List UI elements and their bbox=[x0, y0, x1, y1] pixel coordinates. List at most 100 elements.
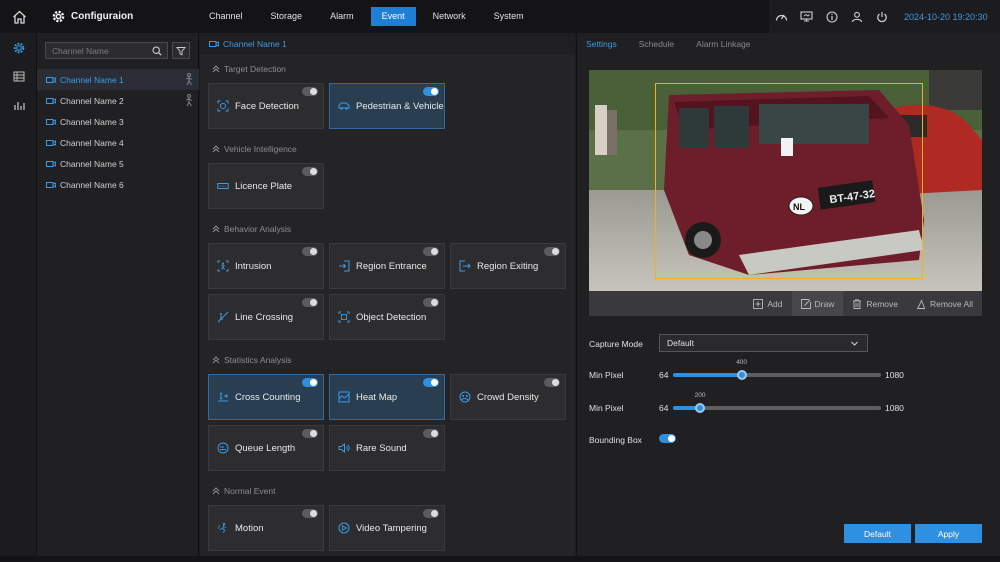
min-pixel-2-slider[interactable]: 200 bbox=[673, 392, 881, 413]
section-target-detection[interactable]: Target Detection bbox=[212, 64, 286, 74]
top-bar: Configuraion Channel Storage Alarm Event… bbox=[0, 0, 1000, 33]
card-heat-map[interactable]: Heat Map bbox=[329, 374, 445, 420]
draw-icon bbox=[800, 298, 811, 309]
section-normal-event[interactable]: Normal Event bbox=[212, 486, 276, 496]
motion-icon bbox=[217, 522, 227, 534]
channel-item[interactable]: Channel Name 3 bbox=[37, 111, 199, 132]
monitor-button[interactable] bbox=[794, 0, 819, 33]
home-button[interactable] bbox=[0, 0, 38, 33]
min-pixel-2-min: 64 bbox=[659, 403, 669, 413]
object-detection-toggle[interactable] bbox=[423, 298, 439, 307]
channel-item[interactable]: Channel Name 5 bbox=[37, 153, 199, 174]
tab-alarm[interactable]: Alarm bbox=[319, 7, 365, 26]
dashboard-icon bbox=[775, 14, 788, 21]
camera-icon bbox=[46, 118, 56, 125]
capture-mode-select[interactable]: Default bbox=[659, 334, 868, 352]
info-button[interactable] bbox=[819, 0, 844, 33]
user-button[interactable] bbox=[844, 0, 869, 33]
power-button[interactable] bbox=[869, 0, 894, 33]
tab-alarm-linkage[interactable]: Alarm Linkage bbox=[696, 39, 750, 49]
remove-all-button[interactable]: Remove All bbox=[907, 291, 982, 316]
card-queue-length[interactable]: Queue Length bbox=[208, 425, 324, 471]
licence-plate-toggle[interactable] bbox=[302, 167, 318, 176]
card-licence-plate[interactable]: Licence Plate bbox=[208, 163, 324, 209]
rail-list[interactable] bbox=[0, 62, 37, 91]
section-vehicle-intelligence[interactable]: Vehicle Intelligence bbox=[212, 144, 297, 154]
intrusion-toggle[interactable] bbox=[302, 247, 318, 256]
queue-length-toggle[interactable] bbox=[302, 429, 318, 438]
channel-item[interactable]: Channel Name 6 bbox=[37, 174, 199, 195]
card-face-detection[interactable]: Face Detection bbox=[208, 83, 324, 129]
card-rare-sound[interactable]: Rare Sound bbox=[329, 425, 445, 471]
tab-schedule[interactable]: Schedule bbox=[639, 39, 674, 49]
line-crossing-toggle[interactable] bbox=[302, 298, 318, 307]
section-behavior-analysis[interactable]: Behavior Analysis bbox=[212, 224, 291, 234]
tab-channel[interactable]: Channel bbox=[198, 7, 254, 26]
draw-button[interactable]: Draw bbox=[791, 291, 844, 316]
tab-network[interactable]: Network bbox=[422, 7, 477, 26]
region-entrance-toggle[interactable] bbox=[423, 247, 439, 256]
motion-toggle[interactable] bbox=[302, 509, 318, 518]
min-pixel-2-max: 1080 bbox=[885, 403, 904, 413]
remove-button[interactable]: Remove bbox=[843, 291, 907, 316]
region-exiting-toggle[interactable] bbox=[544, 247, 560, 256]
region-entrance-icon bbox=[339, 260, 350, 272]
event-panel: Channel Name 1 Target Detection Face Det… bbox=[200, 33, 575, 556]
min-pixel-2-thumb[interactable] bbox=[695, 403, 706, 413]
card-line-crossing[interactable]: Line Crossing bbox=[208, 294, 324, 340]
cross-counting-toggle[interactable] bbox=[302, 378, 318, 387]
card-pedestrian-vehicle[interactable]: Pedestrian & Vehicle bbox=[329, 83, 445, 129]
section-statistics-analysis[interactable]: Statistics Analysis bbox=[212, 355, 292, 365]
apply-button[interactable]: Apply bbox=[915, 524, 982, 543]
brand: Configuraion bbox=[38, 0, 198, 33]
dashboard-button[interactable] bbox=[769, 0, 794, 33]
card-motion[interactable]: Motion bbox=[208, 505, 324, 551]
camera-icon bbox=[46, 97, 56, 104]
filter-icon bbox=[176, 46, 186, 56]
pedestrian-vehicle-toggle[interactable] bbox=[423, 87, 439, 96]
channel-sidebar: Channel Name 1 Channel Name 2 Channel Na… bbox=[37, 33, 199, 556]
list-icon bbox=[13, 71, 24, 82]
camera-preview[interactable]: BT-47-32 NL bbox=[589, 70, 982, 291]
bounding-box-toggle[interactable] bbox=[659, 434, 676, 443]
tab-system[interactable]: System bbox=[483, 7, 535, 26]
channel-label: Channel Name 2 bbox=[60, 95, 124, 106]
video-tampering-toggle[interactable] bbox=[423, 509, 439, 518]
rail-settings[interactable] bbox=[0, 33, 37, 62]
face-detection-toggle[interactable] bbox=[302, 87, 318, 96]
add-button[interactable]: Add bbox=[744, 291, 791, 316]
search-input[interactable] bbox=[46, 45, 146, 56]
crowd-density-toggle[interactable] bbox=[544, 378, 560, 387]
heat-map-toggle[interactable] bbox=[423, 378, 439, 387]
monitor-icon bbox=[800, 11, 813, 22]
tab-settings[interactable]: Settings bbox=[586, 39, 617, 49]
card-region-entrance[interactable]: Region Entrance bbox=[329, 243, 445, 289]
tab-event[interactable]: Event bbox=[370, 7, 416, 26]
rail-stats[interactable] bbox=[0, 91, 37, 120]
card-video-tampering[interactable]: Video Tampering bbox=[329, 505, 445, 551]
min-pixel-1-thumb[interactable] bbox=[736, 370, 747, 380]
channel-item[interactable]: Channel Name 2 bbox=[37, 90, 199, 111]
tab-storage[interactable]: Storage bbox=[260, 7, 314, 26]
detection-bounding-box[interactable] bbox=[655, 83, 923, 279]
card-intrusion[interactable]: Intrusion bbox=[208, 243, 324, 289]
filter-button[interactable] bbox=[172, 42, 190, 59]
min-pixel-2-value: 200 bbox=[694, 392, 706, 399]
camera-icon bbox=[46, 181, 56, 188]
user-icon bbox=[851, 11, 862, 22]
card-crowd-density[interactable]: Crowd Density bbox=[450, 374, 566, 420]
min-pixel-1-slider[interactable]: 400 bbox=[673, 359, 881, 380]
chevron-up-icon bbox=[212, 65, 220, 73]
card-cross-counting[interactable]: Cross Counting bbox=[208, 374, 324, 420]
search-icon[interactable] bbox=[152, 46, 162, 56]
min-pixel-1-value: 400 bbox=[736, 359, 748, 366]
channel-label: Channel Name 5 bbox=[60, 158, 124, 169]
card-region-exiting[interactable]: Region Exiting bbox=[450, 243, 566, 289]
default-button[interactable]: Default bbox=[844, 524, 911, 543]
left-rail bbox=[0, 33, 37, 556]
card-object-detection[interactable]: Object Detection bbox=[329, 294, 445, 340]
channel-item[interactable]: Channel Name 4 bbox=[37, 132, 199, 153]
chevron-up-icon bbox=[212, 487, 220, 495]
rare-sound-toggle[interactable] bbox=[423, 429, 439, 438]
channel-item[interactable]: Channel Name 1 bbox=[37, 69, 199, 90]
